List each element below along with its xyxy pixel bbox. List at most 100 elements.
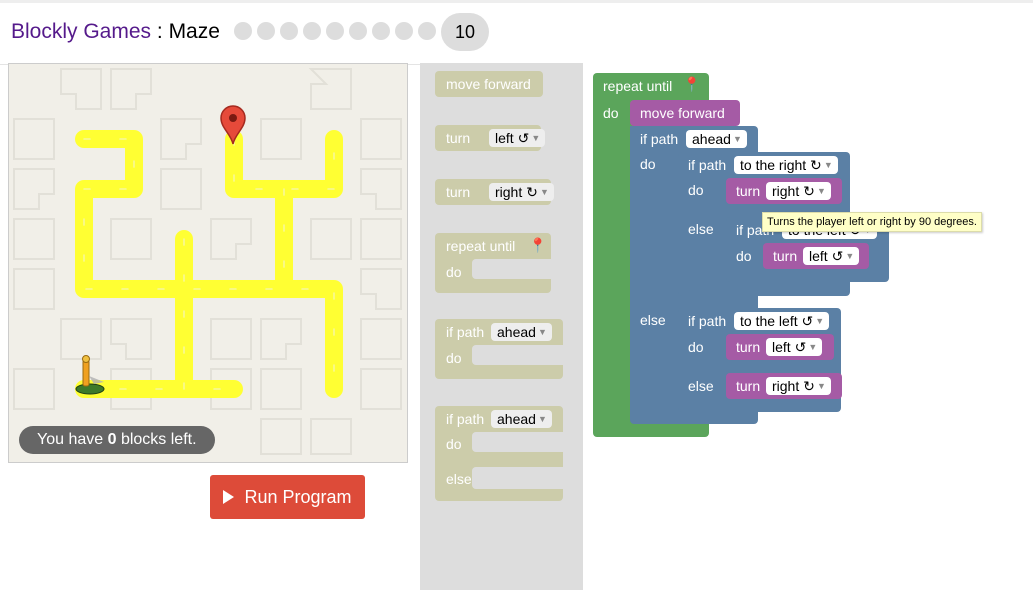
turn-direction-dropdown[interactable]: left ↺ ▼ xyxy=(803,247,860,265)
block-label: if path xyxy=(688,313,727,329)
block-label: do xyxy=(446,350,462,366)
dropdown-arrow-icon: ▼ xyxy=(816,186,826,196)
header: Blockly Games : Maze 10 xyxy=(0,0,1033,65)
turn-left-block-2[interactable]: turn left ↺ ▼ xyxy=(726,334,834,360)
dropdown-arrow-icon: ▼ xyxy=(539,187,549,197)
path-direction-dropdown[interactable]: ahead ▼ xyxy=(491,410,552,428)
brand-link[interactable]: Blockly Games xyxy=(11,20,151,43)
block-label: repeat until xyxy=(603,78,673,94)
block-label: else xyxy=(688,378,714,394)
capacity-prefix: You have xyxy=(37,431,108,448)
dropdown-arrow-icon: ▼ xyxy=(733,134,742,144)
app-name: Maze xyxy=(168,20,220,43)
dropdown-arrow-icon: ▼ xyxy=(538,414,547,424)
block-label: turn xyxy=(446,184,471,200)
capacity-count: 0 xyxy=(107,431,117,448)
dropdown-arrow-icon: ▼ xyxy=(808,342,818,352)
block-label: do xyxy=(640,156,656,172)
block-label: move forward xyxy=(446,76,531,92)
block-label: else xyxy=(688,221,714,237)
dropdown-arrow-icon: ▼ xyxy=(845,251,855,261)
block-tooltip: Turns the player left or right by 90 deg… xyxy=(762,212,982,232)
dropdown-arrow-icon: ▼ xyxy=(538,327,547,337)
run-program-label: Run Program xyxy=(244,487,352,507)
dropdown-value: right ↻ xyxy=(772,378,815,394)
title-separator: : xyxy=(151,20,169,43)
level-dot-2[interactable] xyxy=(257,22,275,40)
goal-marker-icon: 📍 xyxy=(683,76,701,92)
dropdown-value: right ↻ xyxy=(495,184,538,200)
statement-slot xyxy=(472,345,563,365)
level-dot-1[interactable] xyxy=(234,22,252,40)
level-dot-9[interactable] xyxy=(418,22,436,40)
level-dot-7[interactable] xyxy=(372,22,390,40)
block-label: else xyxy=(446,471,472,487)
run-program-button[interactable]: Run Program xyxy=(210,475,365,519)
toolbox-if-path-block[interactable]: if path ahead ▼ do xyxy=(435,319,563,379)
turn-right-block[interactable]: turn right ↻ ▼ xyxy=(726,178,842,204)
turn-left-block[interactable]: turn left ↺ ▼ xyxy=(763,243,869,269)
page-title: Blockly Games : Maze xyxy=(11,20,220,44)
toolbox: move forward turn left ↺ ▼ turn right ↻ ▼ … xyxy=(420,63,583,590)
path-direction-dropdown[interactable]: ahead ▼ xyxy=(491,323,552,341)
statement-slot xyxy=(472,467,563,489)
dropdown-value: ahead xyxy=(497,324,536,340)
dropdown-value: to the left ↺ xyxy=(740,313,814,329)
dropdown-value: ahead xyxy=(497,411,536,427)
dropdown-value: right ↻ xyxy=(772,183,815,199)
turn-right-block-2[interactable]: turn right ↻ ▼ xyxy=(726,373,842,399)
block-label: do xyxy=(603,105,619,121)
toolbox-repeat-until-block[interactable]: repeat until 📍 do xyxy=(435,233,551,293)
dropdown-arrow-icon: ▼ xyxy=(815,316,825,326)
blocks-left-bubble: You have 0 blocks left. xyxy=(19,426,215,454)
block-label: do xyxy=(446,264,462,280)
toolbox-turn-right-block[interactable]: turn right ↻ ▼ xyxy=(435,179,554,205)
level-dot-8[interactable] xyxy=(395,22,413,40)
block-label: repeat until xyxy=(446,238,516,254)
maze-board: You have 0 blocks left. xyxy=(8,63,408,463)
player-pegman-icon xyxy=(75,355,105,395)
block-label: if path xyxy=(446,324,485,340)
level-dot-5[interactable] xyxy=(326,22,344,40)
block-label: turn xyxy=(736,183,761,199)
dropdown-value: left ↺ xyxy=(809,248,844,264)
path-direction-dropdown[interactable]: to the left ↺▼ xyxy=(734,312,830,330)
toolbox-turn-left-block[interactable]: turn left ↺ ▼ xyxy=(435,125,546,151)
block-label: do xyxy=(736,248,752,264)
turn-direction-dropdown[interactable]: left ↺ ▼ xyxy=(766,338,823,356)
play-icon xyxy=(223,489,235,504)
path-direction-dropdown[interactable]: ahead ▼ xyxy=(686,130,747,148)
level-dot-6[interactable] xyxy=(349,22,367,40)
maze-svg xyxy=(13,68,402,455)
workspace: repeat until 📍 do move forward if path a… xyxy=(583,63,1033,590)
block-label: do xyxy=(688,339,704,355)
block-label: do xyxy=(446,436,462,452)
move-forward-block[interactable]: move forward xyxy=(630,100,740,126)
goal-marker-icon: 📍 xyxy=(529,237,547,253)
toolbox-move-forward-block[interactable]: move forward xyxy=(435,71,543,97)
dropdown-value: to the right ↻ xyxy=(740,157,822,173)
block-label: turn xyxy=(736,339,761,355)
toolbox-if-else-block[interactable]: if path ahead ▼ do else xyxy=(435,406,563,501)
maze-path xyxy=(75,130,343,398)
turn-direction-dropdown[interactable]: left ↺ ▼ xyxy=(489,129,546,147)
block-label: else xyxy=(640,312,666,328)
capacity-suffix: blocks left. xyxy=(116,431,197,448)
block-label: if path xyxy=(446,411,485,427)
turn-direction-dropdown[interactable]: right ↻ ▼ xyxy=(489,183,554,201)
block-label: move forward xyxy=(640,105,725,121)
block-label: turn xyxy=(773,248,798,264)
level-dot-4[interactable] xyxy=(303,22,321,40)
dropdown-value: left ↺ xyxy=(772,339,807,355)
statement-slot xyxy=(472,259,551,279)
path-direction-dropdown[interactable]: to the right ↻ ▼ xyxy=(734,156,838,174)
turn-direction-dropdown[interactable]: right ↻ ▼ xyxy=(766,182,831,200)
dropdown-arrow-icon: ▼ xyxy=(823,160,833,170)
dropdown-value: left ↺ xyxy=(495,130,530,146)
dropdown-arrow-icon: ▼ xyxy=(531,133,541,143)
statement-slot xyxy=(472,432,563,452)
current-level-badge[interactable]: 10 xyxy=(441,13,489,51)
level-dot-3[interactable] xyxy=(280,22,298,40)
block-label: if path xyxy=(688,157,727,173)
turn-direction-dropdown[interactable]: right ↻ ▼ xyxy=(766,377,831,395)
